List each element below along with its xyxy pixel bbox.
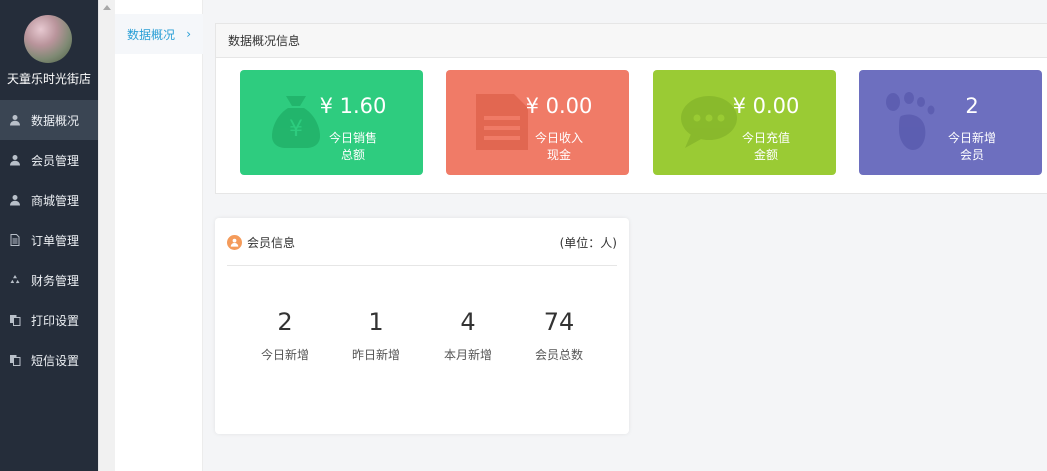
user-icon xyxy=(8,113,22,127)
sidebar-item-label: 短信设置 xyxy=(31,353,80,368)
store-name: 天童乐时光街店 xyxy=(6,72,91,86)
sidebar-item-order-management[interactable]: 订单管理 xyxy=(0,220,98,260)
member-stat-label: 昨日新增 xyxy=(351,348,400,362)
sidebar-item-label: 会员管理 xyxy=(31,153,80,168)
member-icon xyxy=(227,235,242,250)
member-panel-header: 会员信息 (单位：人) xyxy=(227,230,617,266)
sidebar-item-finance-management[interactable]: 财务管理 xyxy=(0,260,98,300)
user-icon xyxy=(8,153,22,167)
member-stat-label: 会员总数 xyxy=(534,348,583,362)
stat-label-line: 现金 xyxy=(546,148,571,162)
member-stat-value: 1 xyxy=(368,308,384,336)
member-panel-unit: (单位：人) xyxy=(559,236,617,250)
overview-panel: 数据概况信息 ¥ ¥ 1.60 今日销售 总额 ¥ 0.00 今日收入 现金 ¥… xyxy=(215,23,1047,194)
sidebar-item-label: 数据概况 xyxy=(31,113,80,128)
stat-label-line: 总额 xyxy=(340,148,365,162)
stat-label: 今日收入 现金 xyxy=(509,130,609,164)
sidebar-item-label: 商城管理 xyxy=(31,193,80,208)
member-stat-yesterday-new: 1 昨日新增 xyxy=(331,308,421,363)
stat-label-line: 今日新增 xyxy=(947,131,996,145)
stat-label: 今日新增 会员 xyxy=(922,130,1022,164)
stat-value: ¥ 0.00 xyxy=(732,94,800,118)
svg-text:¥: ¥ xyxy=(289,117,303,142)
sidebar-item-print-settings[interactable]: 打印设置 xyxy=(0,300,98,340)
stat-card-today-sales[interactable]: ¥ ¥ 1.60 今日销售 总额 xyxy=(240,70,423,175)
stat-value: ¥ 1.60 xyxy=(319,94,387,118)
subnav-item-data-overview[interactable]: 数据概况 › xyxy=(115,14,203,54)
stat-value: 2 xyxy=(965,94,979,118)
sidebar-scrollbar[interactable] xyxy=(98,0,115,471)
stat-label-line: 今日收入 xyxy=(534,131,583,145)
copy-icon xyxy=(8,313,22,327)
copy-icon xyxy=(8,353,22,367)
member-stat-value: 2 xyxy=(277,308,293,336)
sidebar-item-label: 打印设置 xyxy=(31,313,80,328)
stat-label: 今日充值 金额 xyxy=(716,130,816,164)
chevron-right-icon: › xyxy=(186,27,191,41)
stat-label-line: 金额 xyxy=(753,148,778,162)
member-stat-total: 74 会员总数 xyxy=(514,308,604,363)
stat-card-today-cash[interactable]: ¥ 0.00 今日收入 现金 xyxy=(446,70,629,175)
member-stat-label: 本月新增 xyxy=(443,348,492,362)
member-stat-value: 74 xyxy=(543,308,575,336)
stat-card-today-new-members[interactable]: 2 今日新增 会员 xyxy=(859,70,1042,175)
panel-title: 数据概况信息 xyxy=(216,24,1047,58)
stat-label-line: 今日充值 xyxy=(741,131,790,145)
stat-label-line: 今日销售 xyxy=(328,131,377,145)
avatar[interactable] xyxy=(24,15,72,63)
sidebar-item-sms-settings[interactable]: 短信设置 xyxy=(0,340,98,380)
sidebar-item-member-management[interactable]: 会员管理 xyxy=(0,140,98,180)
document-icon xyxy=(8,233,22,247)
recycle-icon xyxy=(8,273,22,287)
stat-value: ¥ 0.00 xyxy=(525,94,593,118)
member-stat-value: 4 xyxy=(460,308,476,336)
user-icon xyxy=(8,193,22,207)
member-info-panel: 会员信息 (单位：人) 2 今日新增 1 昨日新增 4 本月新增 74 会员总数 xyxy=(215,218,629,434)
sidebar-item-mall-management[interactable]: 商城管理 xyxy=(0,180,98,220)
stat-label: 今日销售 总额 xyxy=(303,130,403,164)
sidebar: 天童乐时光街店 数据概况 会员管理 商城管理 订单管理 财务管理 打印设置 短信… xyxy=(0,0,98,471)
member-stat-label: 今日新增 xyxy=(260,348,309,362)
secondary-nav: 数据概况 › xyxy=(115,0,203,471)
member-panel-title: 会员信息 xyxy=(247,236,296,250)
sidebar-item-label: 订单管理 xyxy=(31,233,80,248)
scroll-up-arrow-icon[interactable] xyxy=(103,5,111,10)
member-stat-today-new: 2 今日新增 xyxy=(240,308,330,363)
stat-card-today-recharge[interactable]: ¥ 0.00 今日充值 金额 xyxy=(653,70,836,175)
sidebar-item-data-overview[interactable]: 数据概况 xyxy=(0,100,98,140)
sidebar-menu: 数据概况 会员管理 商城管理 订单管理 财务管理 打印设置 短信设置 xyxy=(0,100,98,380)
subnav-item-label: 数据概况 xyxy=(127,27,176,42)
member-stat-month-new: 4 本月新增 xyxy=(423,308,513,363)
stat-label-line: 会员 xyxy=(959,148,984,162)
sidebar-item-label: 财务管理 xyxy=(31,273,80,288)
